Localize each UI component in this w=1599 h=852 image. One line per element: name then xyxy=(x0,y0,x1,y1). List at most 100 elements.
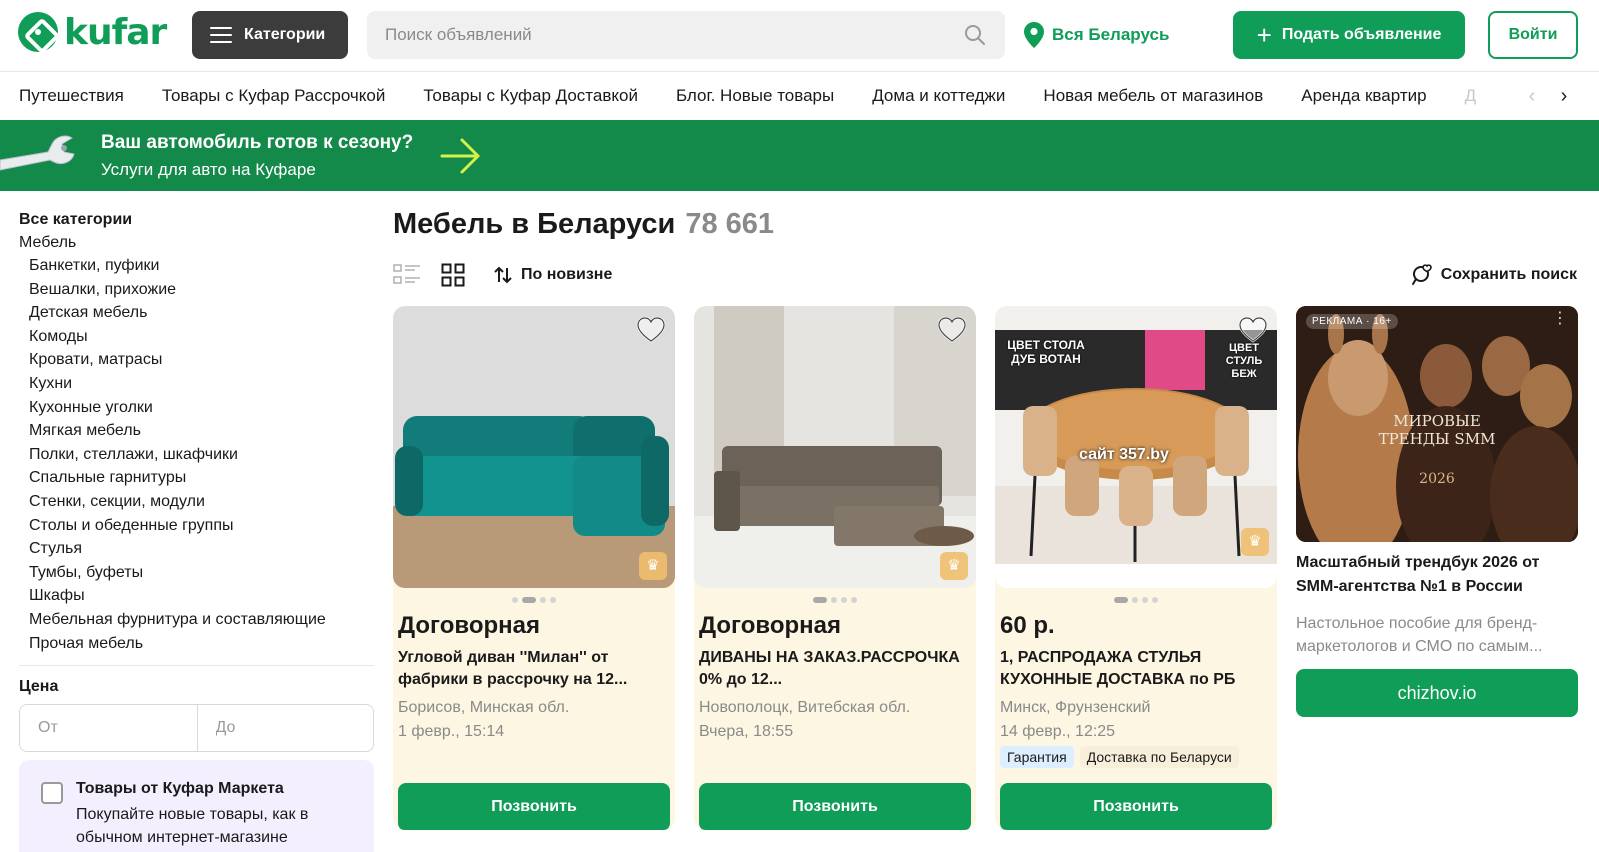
sidebar-current-category[interactable]: Мебель xyxy=(19,231,374,254)
sidebar-subcategory[interactable]: Детская мебель xyxy=(19,301,374,325)
ad-image[interactable]: РЕКЛАМА · 16+ ⋮ МИРОВЫЕ ТРЕНДЫ SMM 2026 xyxy=(1296,306,1578,542)
listing-card[interactable]: ♛ Договорная ДИВАНЫ НА ЗАКАЗ.РАССРОЧКА 0… xyxy=(694,306,976,830)
listing-title[interactable]: Угловой диван ''Милан'' от фабрики в рас… xyxy=(398,647,670,691)
arrow-right-icon xyxy=(440,138,480,174)
ad-card[interactable]: РЕКЛАМА · 16+ ⋮ МИРОВЫЕ ТРЕНДЫ SMM 2026 … xyxy=(1296,306,1578,726)
more-options-icon[interactable]: ⋮ xyxy=(1552,311,1568,327)
sidebar-subcategory[interactable]: Спальные гарнитуры xyxy=(19,466,374,490)
sort-icon xyxy=(494,266,512,284)
nav-item-delivery[interactable]: Товары с Куфар Доставкой xyxy=(423,86,638,106)
sidebar-subcategory[interactable]: Кухонные уголки xyxy=(19,396,374,420)
crown-icon: ♛ xyxy=(639,552,667,580)
market-checkbox[interactable] xyxy=(41,782,63,805)
categories-button[interactable]: Категории xyxy=(192,11,348,59)
image-pager xyxy=(995,597,1277,603)
market-filter[interactable]: Товары от Куфар Маркета Покупайте новые … xyxy=(19,760,374,852)
listing-card[interactable]: ЦВЕТ СТОЛА ДУБ ВОТАН ЦВЕТ СТУЛЬ БЕЖ сайт… xyxy=(995,306,1277,830)
chevron-left-icon[interactable]: ‹ xyxy=(1520,84,1544,108)
sidebar-subcategory[interactable]: Кровати, матрасы xyxy=(19,348,374,372)
heart-icon[interactable] xyxy=(1237,314,1269,346)
banner-title: Ваш автомобиль готов к сезону? xyxy=(101,132,414,153)
nav-items: Путешествия Товары с Куфар Рассрочкой То… xyxy=(19,72,1499,120)
market-description: Покупайте новые товары, как в обычном ин… xyxy=(76,806,309,847)
ad-cta-button[interactable]: chizhov.io xyxy=(1296,669,1578,717)
listing-title[interactable]: ДИВАНЫ НА ЗАКАЗ.РАССРОЧКА 0% до 12... xyxy=(699,647,971,691)
nav-item-apartment-rent[interactable]: Аренда квартир xyxy=(1301,86,1426,106)
sidebar-subcategory[interactable]: Шкафы xyxy=(19,584,374,608)
sidebar-subcategory[interactable]: Тумбы, буфеты xyxy=(19,561,374,585)
heart-icon[interactable] xyxy=(635,314,667,346)
list-view-icon[interactable] xyxy=(393,263,421,287)
search-icon[interactable] xyxy=(963,23,987,47)
header: kufar Категории Вся Беларусь + Подать об… xyxy=(0,0,1599,72)
search-bar xyxy=(367,11,1005,59)
sidebar-subcategory[interactable]: Столы и обеденные группы xyxy=(19,514,374,538)
chevron-right-icon[interactable]: › xyxy=(1552,84,1576,108)
price-from-input[interactable] xyxy=(20,705,197,752)
ad-title[interactable]: Масштабный трендбук 2026 от SMM-агентств… xyxy=(1296,551,1578,599)
call-button[interactable]: Позвонить xyxy=(398,783,670,830)
image-pager xyxy=(393,597,675,603)
image-pager xyxy=(694,597,976,603)
sidebar-subcategory[interactable]: Мебельная фурнитура и составляющие xyxy=(19,608,374,632)
sidebar-all-categories[interactable]: Все категории xyxy=(19,208,374,231)
listing-tags: Гарантия Доставка по Беларуси xyxy=(1000,746,1239,768)
price-filter xyxy=(19,704,374,753)
region-label: Вся Беларусь xyxy=(1052,25,1170,44)
listing-card[interactable]: ♛ Договорная Угловой диван ''Милан'' от … xyxy=(393,306,675,830)
call-button[interactable]: Позвонить xyxy=(699,783,971,830)
save-search-button[interactable]: Сохранить поиск xyxy=(1411,260,1577,290)
sidebar-subcategory[interactable]: Комоды xyxy=(19,325,374,349)
listing-date: Вчера, 18:55 xyxy=(699,723,794,740)
sidebar-subcategory[interactable]: Мягкая мебель xyxy=(19,419,374,443)
sidebar-subcategories: Банкетки, пуфики Вешалки, прихожие Детская… xyxy=(19,254,374,655)
sidebar-subcategory[interactable]: Банкетки, пуфики xyxy=(19,254,374,278)
sidebar-subcategory[interactable]: Полки, стеллажи, шкафчики xyxy=(19,443,374,467)
ad-description: Настольное пособие для бренд-маркетолого… xyxy=(1296,615,1543,655)
banner-subtitle: Услуги для авто на Куфаре xyxy=(101,160,316,179)
ad-badge: РЕКЛАМА · 16+ xyxy=(1306,314,1398,329)
post-ad-button[interactable]: + Подать объявление xyxy=(1233,11,1465,59)
nav-item-travel[interactable]: Путешествия xyxy=(19,86,124,106)
call-button[interactable]: Позвонить xyxy=(1000,783,1272,830)
sort-label: По новизне xyxy=(521,266,613,283)
post-ad-label: Подать объявление xyxy=(1281,26,1442,43)
nav-item-blog[interactable]: Блог. Новые товары xyxy=(676,86,834,106)
delivery-badge: Доставка по Беларуси xyxy=(1079,746,1239,768)
sidebar-subcategory[interactable]: Вешалки, прихожие xyxy=(19,278,374,302)
listing-price: Договорная xyxy=(398,612,540,639)
nav-item-installments[interactable]: Товары с Куфар Рассрочкой xyxy=(162,86,385,106)
nav-item-truncated[interactable]: Д xyxy=(1465,86,1477,106)
login-button[interactable]: Войти xyxy=(1488,11,1578,59)
menu-icon xyxy=(210,27,232,43)
price-to-input[interactable] xyxy=(196,705,373,752)
page-title: Мебель в Беларуси xyxy=(393,208,676,240)
grid-view-icon[interactable] xyxy=(441,263,465,287)
logo-icon xyxy=(18,12,58,52)
listing-image[interactable]: ЦВЕТ СТОЛА ДУБ ВОТАН ЦВЕТ СТУЛЬ БЕЖ сайт… xyxy=(995,306,1277,588)
sidebar-subcategory[interactable]: Прочая мебель xyxy=(19,632,374,656)
sidebar-subcategory[interactable]: Стенки, секции, модули xyxy=(19,490,374,514)
result-count: 78 661 xyxy=(685,208,775,240)
listing-image[interactable]: ♛ xyxy=(393,306,675,588)
nav-item-houses[interactable]: Дома и коттеджи xyxy=(872,86,1005,106)
logo[interactable]: kufar xyxy=(18,11,167,53)
listing-image[interactable]: ♛ xyxy=(694,306,976,588)
heart-icon[interactable] xyxy=(936,314,968,346)
nav-item-new-furniture[interactable]: Новая мебель от магазинов xyxy=(1043,86,1263,106)
sidebar-subcategory[interactable]: Кухни xyxy=(19,372,374,396)
promo-banner[interactable]: Ваш автомобиль готов к сезону? Услуги дл… xyxy=(0,120,1599,191)
plus-icon: + xyxy=(1256,20,1272,50)
search-input[interactable] xyxy=(385,11,945,59)
sort-selector[interactable]: По новизне xyxy=(493,260,612,290)
crown-icon: ♛ xyxy=(940,552,968,580)
logo-text: kufar xyxy=(64,11,167,53)
divider xyxy=(19,665,374,667)
save-search-icon xyxy=(1411,264,1432,285)
sidebar-subcategory[interactable]: Стулья xyxy=(19,537,374,561)
region-selector[interactable]: Вся Беларусь xyxy=(1024,22,1169,48)
listing-date: 1 февр., 15:14 xyxy=(398,723,505,740)
sofa-photo xyxy=(393,306,675,588)
listing-title[interactable]: 1, РАСПРОДАЖА СТУЛЬЯ КУХОННЫЕ ДОСТАВКА п… xyxy=(1000,647,1272,691)
warranty-badge: Гарантия xyxy=(1000,746,1074,768)
